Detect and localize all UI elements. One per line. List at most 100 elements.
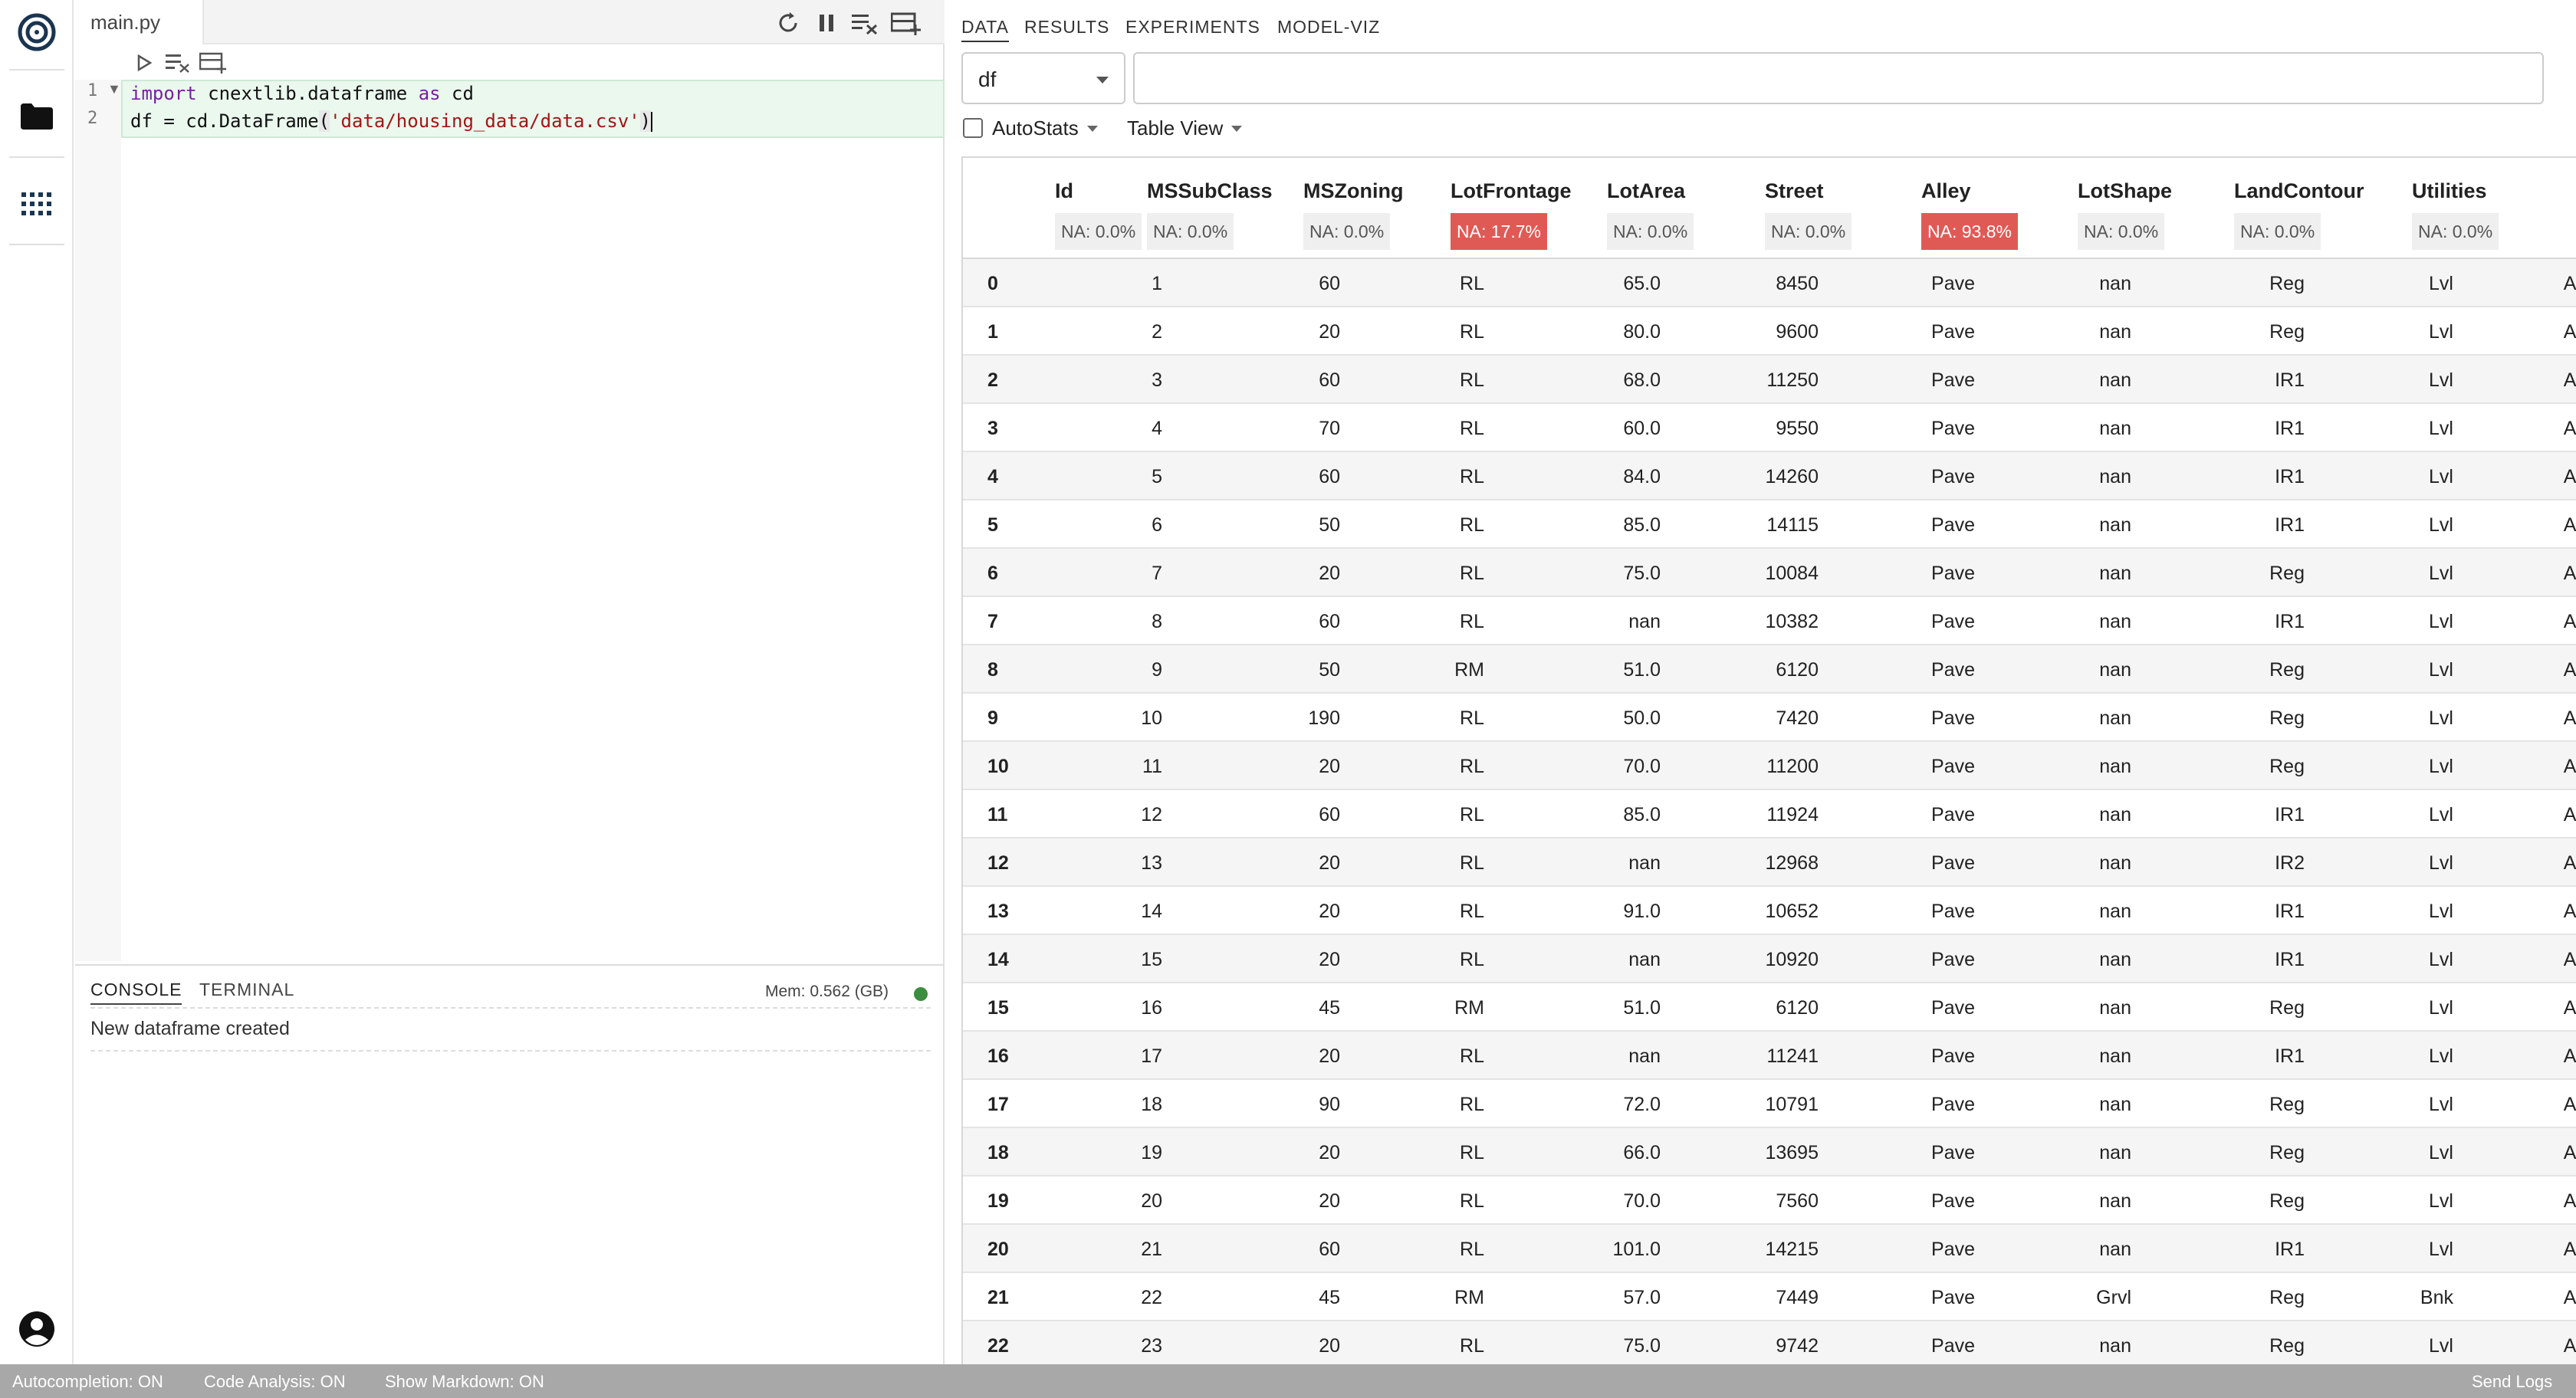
table-cell: RL [1460, 949, 1484, 970]
autostats-checkbox[interactable] [963, 118, 983, 138]
memory-usage: Mem: 0.562 (GB) [765, 983, 889, 1000]
table-row[interactable]: 14 15 20 RL nan 10920 Pave nan IR1 Lvl AllPub [963, 935, 2576, 983]
row-index: 15 [987, 997, 1009, 1019]
add-cell-below-icon[interactable] [198, 48, 228, 78]
table-cell: Pave [1931, 369, 1975, 391]
table-cell: nan [2099, 852, 2131, 874]
table-row[interactable]: 1 2 20 RL 80.0 9600 Pave nan Reg Lvl AllPub [963, 307, 2576, 356]
table-cell: AllPub [2563, 997, 2576, 1019]
table-row[interactable]: 3 4 70 RL 60.0 9550 Pave nan IR1 Lvl AllPub [963, 404, 2576, 452]
table-cell: IR1 [2275, 369, 2305, 391]
row-index: 9 [987, 707, 998, 729]
na-percent-badge: NA: 0.0% [1303, 213, 1391, 250]
table-row[interactable]: 12 13 20 RL nan 12968 Pave nan IR2 Lvl AllPub [963, 838, 2576, 887]
table-row[interactable]: 17 18 90 RL 72.0 10791 Pave nan Reg Lvl AllPub [963, 1080, 2576, 1128]
table-row[interactable]: 19 20 20 RL 70.0 7560 Pave nan Reg Lvl AllPub [963, 1176, 2576, 1225]
apps-grid-icon[interactable] [14, 181, 60, 227]
rail-divider [9, 69, 64, 71]
code-analysis-toggle[interactable]: Code Analysis: ON [204, 1372, 346, 1392]
active-code-cell[interactable]: import cnextlib.dataframe as cd df = cd.… [121, 80, 945, 138]
code-line-2[interactable]: df = cd.DataFrame('data/housing_data/dat… [130, 110, 653, 132]
na-percent-badge: NA: 93.8% [1921, 213, 2018, 250]
table-cell: Pave [1931, 466, 1975, 487]
code-token: cd [440, 83, 474, 104]
table-cell: AllPub [2563, 756, 2576, 777]
table-cell: 90 [1319, 1094, 1340, 1115]
table-cell: 10382 [1765, 611, 1819, 632]
table-row[interactable]: 9 10 190 RL 50.0 7420 Pave nan Reg Lvl AllPub [963, 694, 2576, 742]
tab-experiments[interactable]: EXPERIMENTS [1125, 17, 1260, 38]
tab-model-viz[interactable]: MODEL-VIZ [1277, 17, 1380, 38]
table-cell: 85.0 [1623, 804, 1661, 825]
row-index: 19 [987, 1190, 1009, 1212]
table-row[interactable]: 20 21 60 RL 101.0 14215 Pave nan IR1 Lvl AllPub [963, 1225, 2576, 1273]
table-row[interactable]: 0 1 60 RL 65.0 8450 Pave nan Reg Lvl AllPub [963, 259, 2576, 307]
show-markdown-toggle[interactable]: Show Markdown: ON [385, 1372, 544, 1392]
tab-console[interactable]: CONSOLE [90, 980, 182, 1005]
table-cell: AllPub [2563, 466, 2576, 487]
tab-data[interactable]: DATA [961, 17, 1009, 42]
code-line-1[interactable]: import cnextlib.dataframe as cd [130, 83, 474, 104]
table-row[interactable]: 7 8 60 RL nan 10382 Pave nan IR1 Lvl AllPub [963, 597, 2576, 645]
table-row[interactable]: 11 12 60 RL 85.0 11924 Pave nan IR1 Lvl AllPub [963, 790, 2576, 838]
run-cell-icon[interactable] [129, 48, 159, 78]
table-row[interactable]: 4 5 60 RL 84.0 14260 Pave nan IR1 Lvl AllPub [963, 452, 2576, 500]
tab-terminal[interactable]: TERMINAL [199, 980, 294, 1000]
restart-kernel-icon[interactable] [771, 6, 805, 40]
dataframe-select-value: df [978, 67, 997, 91]
table-cell: Lvl [2429, 273, 2453, 294]
table-cell: Reg [2269, 273, 2305, 294]
table-row[interactable]: 15 16 45 RM 51.0 6120 Pave nan Reg Lvl AllPub [963, 983, 2576, 1032]
table-cell: IR2 [2275, 852, 2305, 874]
table-row[interactable]: 6 7 20 RL 75.0 10084 Pave nan Reg Lvl AllPub [963, 549, 2576, 597]
clear-cell-output-icon[interactable] [163, 48, 193, 78]
table-cell: 60 [1319, 1239, 1340, 1260]
table-cell: 91.0 [1623, 901, 1661, 922]
cell-toolbar [75, 46, 945, 80]
table-row[interactable]: 13 14 20 RL 91.0 10652 Pave nan IR1 Lvl AllPub [963, 887, 2576, 935]
table-row[interactable]: 8 9 50 RM 51.0 6120 Pave nan Reg Lvl AllPub [963, 645, 2576, 694]
query-input[interactable] [1133, 52, 2544, 104]
table-cell: 11 [1142, 756, 1162, 777]
table-cell: 84.0 [1623, 466, 1661, 487]
table-cell: RM [1454, 997, 1484, 1019]
code-editor[interactable]: 1 ▼ 2 import cnextlib.dataframe as cd df… [75, 80, 945, 961]
dataframe-select[interactable]: df [961, 52, 1125, 104]
tab-results[interactable]: RESULTS [1024, 17, 1109, 38]
console-divider [90, 1007, 931, 1009]
autostats-dropdown-icon[interactable] [1087, 126, 1098, 132]
table-row[interactable]: 16 17 20 RL nan 11241 Pave nan IR1 Lvl AllPub [963, 1032, 2576, 1080]
table-row[interactable]: 5 6 50 RL 85.0 14115 Pave nan IR1 Lvl AllPub [963, 500, 2576, 549]
pause-icon[interactable] [810, 6, 843, 40]
table-row[interactable]: 2 3 60 RL 68.0 11250 Pave nan IR1 Lvl AllPub [963, 356, 2576, 404]
autostats-label[interactable]: AutoStats [992, 116, 1079, 140]
fold-arrow-icon[interactable]: ▼ [107, 81, 121, 97]
autocompletion-toggle[interactable]: Autocompletion: ON [12, 1372, 163, 1392]
table-row[interactable]: 18 19 20 RL 66.0 13695 Pave nan Reg Lvl AllPub [963, 1128, 2576, 1176]
table-cell: 7560 [1776, 1190, 1819, 1212]
table-view-dropdown-icon[interactable] [1231, 126, 1242, 132]
table-view-dropdown[interactable]: Table View [1127, 116, 1223, 140]
na-percent-badge: NA: 17.7% [1451, 213, 1547, 250]
folder-icon[interactable] [14, 94, 60, 139]
file-tab-main-py[interactable]: main.py [75, 0, 204, 44]
table-row[interactable]: 10 11 20 RL 70.0 11200 Pave nan Reg Lvl AllPub [963, 742, 2576, 790]
send-logs-button[interactable]: Send Logs [2472, 1372, 2552, 1392]
app-logo-icon[interactable] [14, 9, 60, 55]
table-row[interactable]: 21 22 45 RM 57.0 7449 Pave Grvl Reg Bnk AllPub [963, 1273, 2576, 1321]
table-cell: Pave [1931, 949, 1975, 970]
table-cell: AllPub [2563, 949, 2576, 970]
table-cell: RL [1460, 466, 1484, 487]
na-percent-badge: NA: 0.0% [2234, 213, 2321, 250]
clear-outputs-icon[interactable] [848, 6, 882, 40]
table-cell: Pave [1931, 563, 1975, 584]
table-cell: RL [1460, 901, 1484, 922]
table-row[interactable]: 22 23 20 RL 75.0 9742 Pave nan Reg Lvl AllPub [963, 1321, 2576, 1364]
account-icon[interactable] [14, 1306, 60, 1352]
add-cell-icon[interactable] [889, 6, 923, 40]
table-cell: Pave [1931, 611, 1975, 632]
column-name: LotShape [2078, 179, 2173, 202]
table-cell: nan [2099, 756, 2131, 777]
table-cell: 20 [1319, 949, 1340, 970]
table-cell: IR1 [2275, 1045, 2305, 1067]
